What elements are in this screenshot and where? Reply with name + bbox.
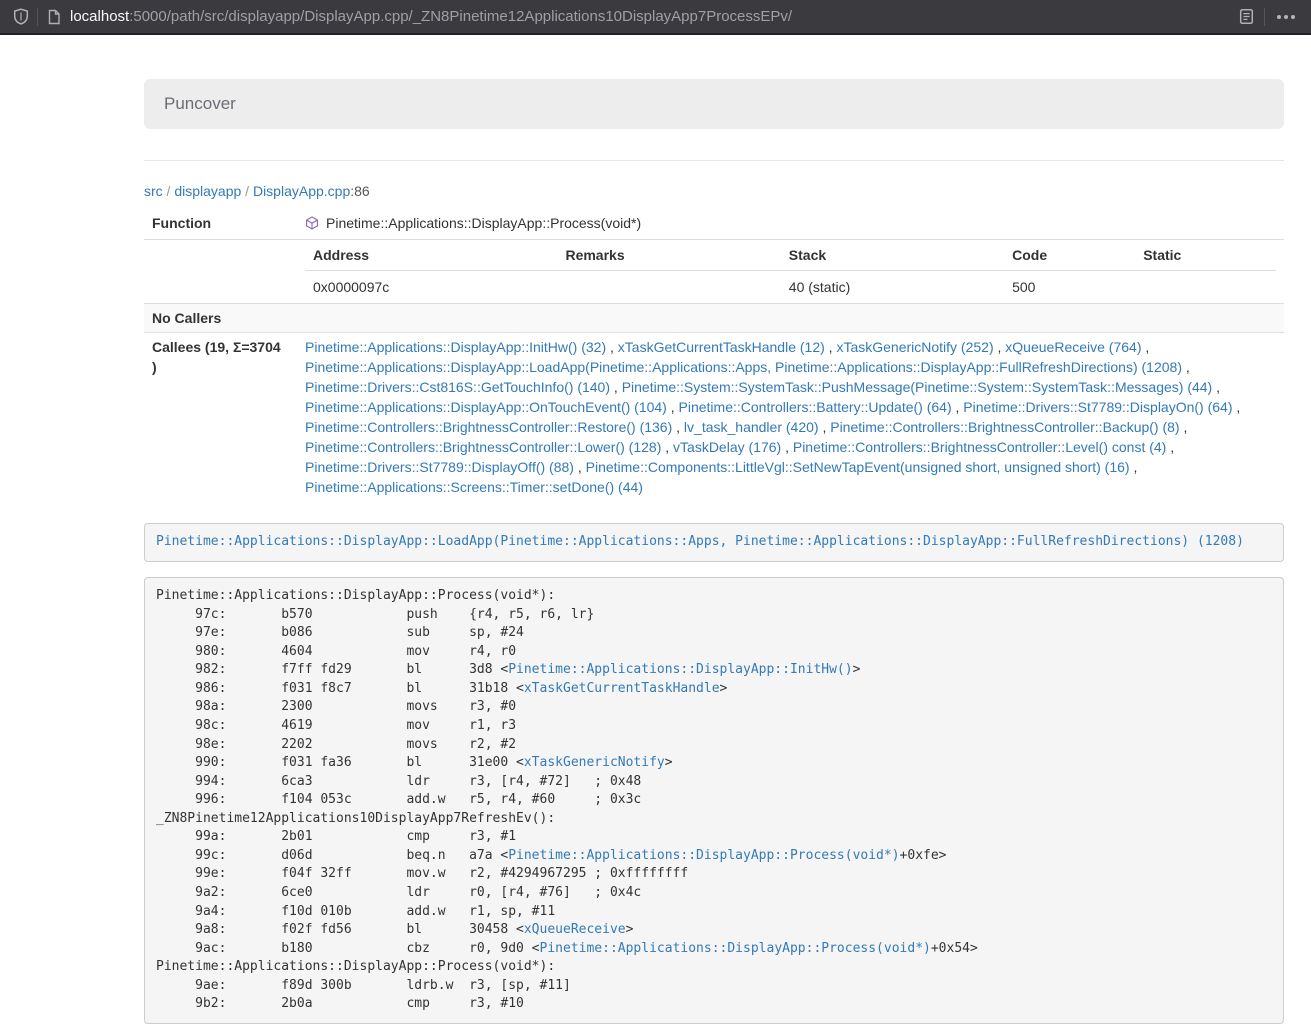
callee-separator: , [610,379,622,395]
callee-link[interactable]: Pinetime::Drivers::Cst816S::GetTouchInfo… [305,379,610,395]
toolbar-divider [1264,8,1265,26]
function-name: Pinetime::Applications::DisplayApp::Proc… [326,215,641,231]
callee-separator: , [661,439,673,455]
callee-link[interactable]: xTaskGenericNotify (252) [836,339,993,355]
code-symbol-link[interactable]: xTaskGetCurrentTaskHandle [524,681,720,696]
function-name-cell: Pinetime::Applications::DisplayApp::Proc… [297,209,1284,240]
page-icon[interactable] [47,9,61,25]
callees-list: Pinetime::Applications::DisplayApp::Init… [297,333,1284,502]
callee-separator: , [1166,439,1174,455]
code-symbol-link[interactable]: Pinetime::Applications::DisplayApp::Init… [508,662,852,677]
page-title: Puncover [164,94,236,113]
code-symbol-link[interactable]: xTaskGenericNotify [524,755,665,770]
breadcrumb: src / displayapp / DisplayApp.cpp:86 [144,181,1284,201]
stats-value-remarks [557,271,780,304]
callee-link[interactable]: lv_task_handler (420) [684,419,819,435]
callee-link[interactable]: Pinetime::Controllers::BrightnessControl… [305,419,672,435]
callee-separator: , [1130,459,1138,475]
callee-separator: , [781,439,793,455]
stats-value-address: 0x0000097c [305,271,557,304]
callee-link[interactable]: Pinetime::System::SystemTask::PushMessag… [622,379,1213,395]
callee-separator: , [1141,339,1149,355]
page-header: Puncover [144,79,1284,129]
callees-row: Callees (19, Σ=3704 ) Pinetime::Applicat… [144,333,1284,502]
stats-value-stack: 40 (static) [781,271,1004,304]
callee-separator: , [825,339,837,355]
stats-header-stack: Stack [781,240,1004,271]
callee-link[interactable]: Pinetime::Applications::DisplayApp::OnTo… [305,399,667,415]
stats-header-code: Code [1004,240,1135,271]
callee-separator: , [952,399,964,415]
code-symbol-link[interactable]: Pinetime::Applications::DisplayApp::Proc… [508,848,899,863]
breadcrumb-link-displayapp[interactable]: displayapp [174,183,241,199]
browser-toolbar: localhost:5000/path/src/displayapp/Displ… [0,0,1311,35]
no-callers-row: No Callers [144,304,1284,333]
callee-link[interactable]: Pinetime::Controllers::BrightnessControl… [830,419,1179,435]
breadcrumb-separator: / [241,183,253,199]
content-container: Puncover src / displayapp / DisplayApp.c… [144,79,1284,1024]
callee-separator: , [1182,359,1190,375]
loadapp-link[interactable]: Pinetime::Applications::DisplayApp::Load… [156,534,1244,549]
stats-header-static: Static [1135,240,1276,271]
toolbar-divider [37,8,38,26]
top-callee-highlight: Pinetime::Applications::DisplayApp::Load… [144,523,1284,562]
stats-row: AddressRemarksStackCodeStatic 0x0000097c… [144,240,1284,304]
callee-link[interactable]: Pinetime::Components::LittleVgl::SetNewT… [586,459,1130,475]
code-symbol-link[interactable]: xQueueReceive [524,922,626,937]
callee-separator: , [672,419,684,435]
callee-separator: , [667,399,679,415]
callee-link[interactable]: Pinetime::Drivers::St7789::DisplayOn() (… [963,399,1232,415]
callee-link[interactable]: xTaskGetCurrentTaskHandle (12) [618,339,825,355]
callee-link[interactable]: Pinetime::Controllers::BrightnessControl… [793,439,1166,455]
callee-separator: , [574,459,586,475]
stats-value-static [1135,271,1276,304]
callee-link[interactable]: Pinetime::Applications::Screens::Timer::… [305,479,643,495]
callee-link[interactable]: Pinetime::Applications::DisplayApp::Init… [305,339,606,355]
stats-value-code: 500 [1004,271,1135,304]
breadcrumb-link-file[interactable]: DisplayApp.cpp [253,183,350,199]
callee-link[interactable]: vTaskDelay (176) [673,439,781,455]
callee-separator: , [994,339,1006,355]
stats-header-address: Address [305,240,557,271]
breadcrumb-link-src[interactable]: src [144,183,163,199]
callee-link[interactable]: Pinetime::Controllers::BrightnessControl… [305,439,661,455]
shield-icon[interactable] [13,8,29,25]
reader-mode-icon[interactable] [1239,8,1254,25]
stats-header-remarks: Remarks [557,240,780,271]
stats-value-row: 0x0000097c 40 (static)500 [305,271,1276,304]
callee-link[interactable]: Pinetime::Controllers::Battery::Update()… [679,399,952,415]
breadcrumb-separator: / [163,183,175,199]
callee-separator: , [606,339,618,355]
cube-icon [305,217,319,233]
callee-separator: , [1212,379,1220,395]
function-row: Function Pinetime::Applications::Display… [144,209,1284,240]
callee-separator: , [1180,419,1188,435]
url-path: :5000/path/src/displayapp/DisplayApp.cpp… [129,8,792,25]
callee-link[interactable]: xQueueReceive (764) [1005,339,1141,355]
callee-separator: , [1233,399,1241,415]
callee-link[interactable]: Pinetime::Applications::DisplayApp::Load… [305,359,1182,375]
callees-label: Callees (19, Σ=3704 ) [144,333,297,502]
function-table: Function Pinetime::Applications::Display… [144,209,1284,501]
function-label: Function [144,209,297,240]
disassembly: Pinetime::Applications::DisplayApp::Proc… [144,577,1284,1024]
url-host: localhost [70,8,129,25]
callee-link[interactable]: Pinetime::Drivers::St7789::DisplayOff() … [305,459,574,475]
callee-separator: , [819,419,831,435]
page-actions-menu-icon[interactable] [1275,13,1297,21]
code-symbol-link[interactable]: Pinetime::Applications::DisplayApp::Proc… [540,941,931,956]
url-bar[interactable]: localhost:5000/path/src/displayapp/Displ… [70,8,1239,25]
stats-header-row: AddressRemarksStackCodeStatic [305,240,1276,271]
divider [144,160,1284,161]
no-callers-label: No Callers [144,304,297,333]
stats-table: AddressRemarksStackCodeStatic 0x0000097c… [305,240,1276,303]
breadcrumb-line-number: :86 [350,183,369,199]
